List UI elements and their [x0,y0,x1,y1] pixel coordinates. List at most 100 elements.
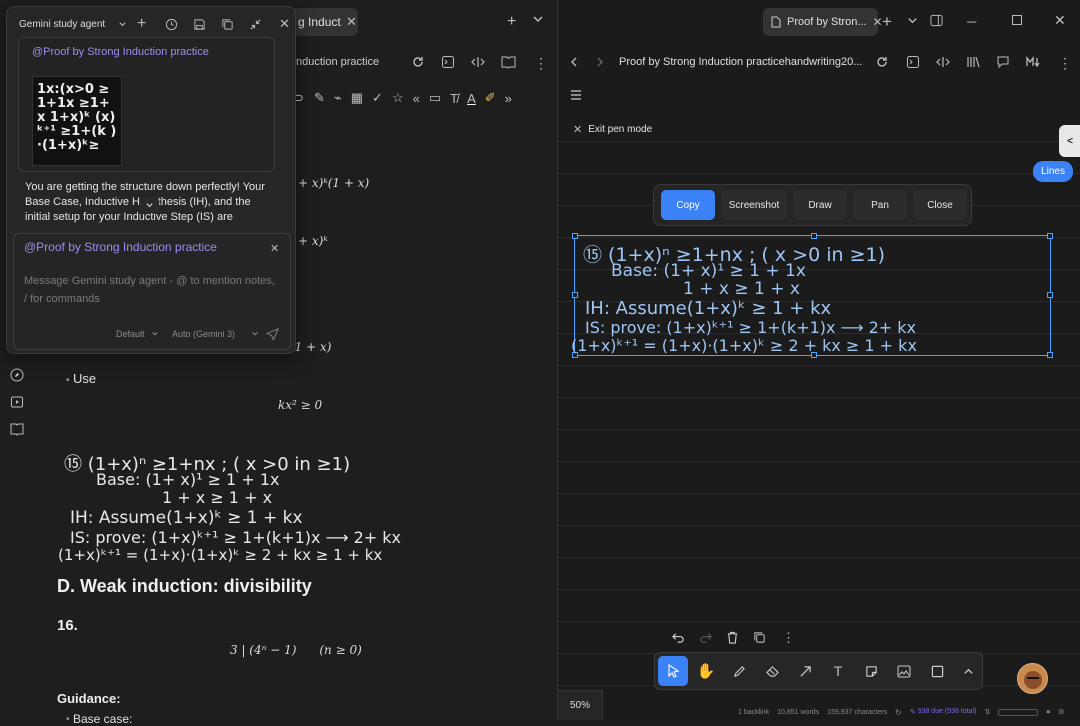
table-icon[interactable]: ▦ [351,90,363,106]
back-arrow-icon[interactable] [569,57,579,67]
model-select[interactable]: Auto (Gemini 3) [172,329,259,339]
edit-icon[interactable]: ✎ [314,90,325,106]
select-tool-button[interactable] [658,656,688,686]
comment-icon[interactable]: ▭ [429,90,441,106]
model-label: Auto (Gemini 3) [172,329,236,339]
more-options-icon[interactable]: ⋮ [782,630,795,646]
compass-icon[interactable] [10,368,24,382]
copy-button[interactable]: Copy [661,190,715,220]
close-button[interactable]: Close [913,190,967,220]
attach-icon[interactable]: ⌁ [334,90,342,106]
screenshot-button[interactable]: Screenshot [721,190,787,220]
minimize-icon[interactable] [249,18,262,31]
clear-format-icon[interactable]: T̸ [450,91,458,106]
message-placeholder[interactable]: Message Gemini study agent - @ to mentio… [24,272,279,308]
duplicate-icon[interactable] [753,631,766,644]
backlinks-count[interactable]: 1 backlink [738,709,769,716]
terminal-icon[interactable] [906,55,920,69]
gemini-header: Gemini study agent + ✕ [7,7,297,41]
avatar[interactable] [1017,663,1048,694]
review-due[interactable]: ✎ 938 due (938 total) [910,708,977,716]
tab-left-note[interactable]: g Induct... ✕ [290,8,358,36]
handwriting-line-2: Base: (1+ x)¹ ≥ 1 + 1x [96,470,280,489]
chat-input-box[interactable]: @Proof by Strong Induction practice ✕ Me… [13,233,291,350]
handwriting-image: ⑮ (1+x)ⁿ ≥1+nx ; ( x >0 in ≥1) Base: (1+… [58,450,528,565]
draw-button[interactable]: Draw [793,190,847,220]
terminal-icon[interactable] [441,55,455,69]
refresh-icon[interactable] [875,55,889,69]
forward-arrow-icon[interactable] [595,57,605,67]
lock-icon[interactable]: 🔒︎ [1046,708,1050,716]
slides-icon[interactable] [10,395,24,409]
remove-mention-icon[interactable]: ✕ [270,242,279,255]
tab-list-chevron-icon[interactable] [907,15,918,26]
eraser-tool-button[interactable] [757,656,787,686]
gemini-title[interactable]: Gemini study agent [19,19,105,30]
text-tool-button[interactable]: T [823,656,853,686]
pen-tool-button[interactable] [724,656,754,686]
copy-icon[interactable] [221,18,234,31]
collapse-side-tab[interactable]: < [1059,125,1080,157]
pan-button[interactable]: Pan [853,190,907,220]
redo-icon[interactable] [699,631,712,644]
agent-chevron-down-icon[interactable] [118,20,127,29]
zoom-indicator[interactable]: 50% [558,690,603,720]
tab-list-chevron-icon[interactable] [532,13,544,25]
bullet-dot: • [66,375,70,386]
rewind-icon[interactable]: « [413,91,420,106]
tab-right-note[interactable]: Proof by Stron... ✕ [763,8,883,36]
sticky-note-tool-button[interactable] [856,656,886,686]
reading-view-icon[interactable] [501,55,516,69]
settings-icon[interactable]: ⚙ [1058,708,1064,716]
window-maximize-icon[interactable] [1012,15,1022,25]
send-icon[interactable] [266,327,279,340]
ink-selection-box[interactable]: ⑮ (1+x)ⁿ ≥1+nx ; ( x >0 in ≥1) Base: (1+… [571,233,1053,358]
lines-badge[interactable]: Lines [1033,161,1073,182]
input-mention-chip[interactable]: @Proof by Strong Induction practice [24,240,217,254]
new-chat-icon[interactable]: + [137,15,146,33]
close-tab-icon[interactable]: ✕ [346,14,357,30]
code-split-icon[interactable] [936,55,950,69]
math-fragment-2: + x)ᵏ [298,234,328,248]
close-panel-icon[interactable]: ✕ [279,16,290,32]
sidebar-toggle-icon[interactable] [930,14,943,27]
code-split-icon[interactable] [471,55,485,69]
arrow-tool-button[interactable] [790,656,820,686]
exit-pen-mode-button[interactable]: ✕ Exit pen mode [573,123,652,136]
history-icon[interactable] [165,18,178,31]
window-minimize-icon[interactable]: ─ [967,14,976,29]
text-color-icon[interactable]: A [467,91,476,106]
undo-icon[interactable] [672,631,685,644]
mode-toggle[interactable] [998,708,1039,716]
library-icon[interactable] [966,55,981,69]
highlight-icon[interactable]: ✐ [485,90,496,106]
shape-tool-button[interactable] [922,656,952,686]
expand-toolbar-icon[interactable]: » [505,91,512,106]
scroll-down-chevron-icon[interactable] [139,197,159,213]
window-close-icon[interactable]: ✕ [1054,12,1066,29]
new-tab-icon[interactable]: + [882,12,892,32]
book-icon[interactable] [10,422,24,436]
hamburger-menu-icon[interactable] [570,90,582,100]
pan-tool-button[interactable]: ✋ [691,656,721,686]
check-circle-icon[interactable]: ✓ [372,90,383,106]
ink-line-5: IS: prove: (1+x)ᵏ⁺¹ ≥ 1+(k+1)x ⟶ 2+ kx [585,318,917,337]
new-tab-icon[interactable]: + [507,13,516,31]
tab-right-note-label: Proof by Stron... [787,16,867,28]
save-icon[interactable] [193,18,206,31]
message-mention[interactable]: @Proof by Strong Induction practice [32,46,209,58]
more-options-icon[interactable]: ⋮ [534,55,548,72]
mode-label: Default [116,329,145,339]
handwriting-thumbnail[interactable]: 1x:(x>0 ≥1+1x ≥1+x 1+x)ᵏ (x)ᵏ⁺¹ ≥1+(k )·… [32,76,122,166]
swap-icon[interactable]: ⇅ [984,708,990,716]
mode-select[interactable]: Default [116,329,159,339]
markdown-icon[interactable] [1026,55,1041,69]
more-tools-button[interactable] [953,656,983,686]
delete-icon[interactable] [726,631,739,644]
comment-icon[interactable] [996,55,1010,69]
refresh-icon[interactable] [411,55,425,69]
image-tool-button[interactable] [889,656,919,686]
sync-icon[interactable]: ↻ [895,708,902,717]
more-options-icon[interactable]: ⋮ [1058,55,1072,72]
star-icon[interactable]: ☆ [392,90,404,106]
